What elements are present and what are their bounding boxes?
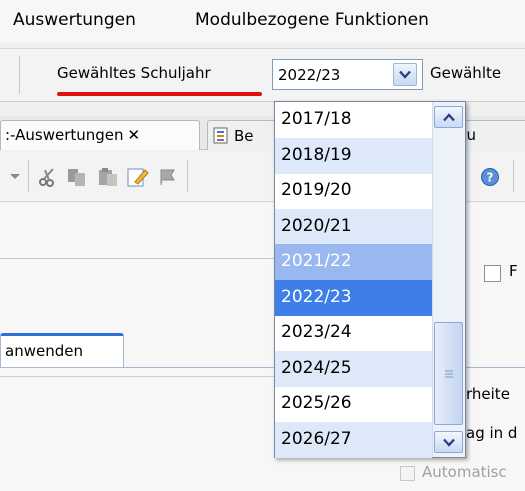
dropdown-option[interactable]: 2025/26 [275,386,432,422]
option-checkbox[interactable] [484,265,501,282]
tab-anwenden[interactable]: anwenden [0,333,124,367]
school-year-label: Gewähltes Schuljahr [57,64,211,82]
toolbar-divider [513,160,514,192]
dropdown-option[interactable]: 2026/27 [275,421,432,458]
option-text-arbeiten: rheite [466,385,510,403]
scroll-down-button[interactable] [434,431,463,453]
tab-auswertungen-label: :-Auswertungen [5,126,124,144]
copy-icon[interactable] [66,166,88,188]
highlight-underline [57,92,262,96]
tab-anwenden-label: anwenden [5,342,83,360]
dropdown-option[interactable]: 2023/24 [275,315,432,351]
dropdown-option[interactable]: 2020/21 [275,208,432,245]
dropdown-option[interactable]: 2018/19 [275,137,432,174]
school-year-value: 2022/23 [278,66,341,84]
dropdown-option[interactable]: 2024/25 [275,350,432,387]
menu-modulbezogene-funktionen[interactable]: Modulbezogene Funktionen [195,10,429,30]
grip-icon [444,370,453,377]
chevron-up-icon [442,112,455,121]
scroll-up-button[interactable] [434,106,463,128]
toolbar-divider [28,160,29,192]
menu-auswertungen[interactable]: Auswertungen [13,10,136,30]
dropdown-option[interactable]: 2017/18 [275,102,432,138]
paste-icon[interactable] [97,166,119,188]
toolbar-divider [187,160,188,192]
dropdown-option[interactable]: 2021/22 [275,244,432,280]
svg-text:?: ? [487,171,494,185]
tab-auswertungen[interactable]: :-Auswertungen ✕ [0,120,200,150]
dropdown-option-selected[interactable]: 2022/23 [275,279,432,316]
flag-icon[interactable] [157,166,179,188]
tab-be-label: Be [234,127,254,145]
toolbar-separator [19,56,20,94]
close-icon[interactable]: ✕ [128,126,141,144]
school-year-dropdown-button[interactable] [393,63,417,86]
automatic-checkbox[interactable] [400,466,415,481]
tab-be[interactable]: Be [207,120,277,150]
option-checkbox-label: F [509,262,518,280]
option-text-tragin: ag in d [466,424,518,442]
report-icon [213,127,228,144]
scrollbar-thumb[interactable] [434,322,463,425]
chevron-down-icon [399,70,411,79]
edit-icon[interactable] [127,166,149,188]
dropdown-option[interactable]: 2019/20 [275,173,432,209]
dropdown-arrow-icon[interactable] [4,166,26,188]
selected-other-label: Gewählte [430,64,502,82]
help-icon[interactable]: ? [479,166,501,188]
chevron-down-icon [442,438,455,447]
scissors-icon[interactable] [37,166,59,188]
automatic-checkbox-label: Automatisc [422,463,507,481]
